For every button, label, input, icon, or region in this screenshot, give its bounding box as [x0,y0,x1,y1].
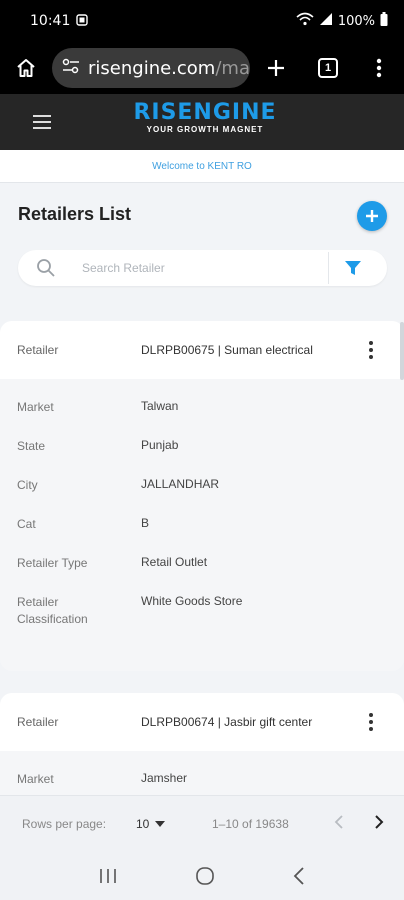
address-bar[interactable]: risengine.com/mas [52,48,250,88]
search-icon [36,258,56,283]
new-tab-button[interactable] [250,58,302,78]
detail-row: Retailer Type Retail Outlet [0,535,404,574]
battery-icon [380,12,388,30]
detail-label: Retailer Type [17,556,88,570]
detail-label: City [17,478,38,492]
home-button[interactable] [0,58,52,78]
wifi-icon [296,12,314,30]
home-circle-icon [196,866,214,885]
welcome-banner: Welcome to KENT RO [0,150,404,183]
next-page-button[interactable] [374,814,384,833]
retailer-card-header: Retailer DLRPB00675 | Suman electrical [0,321,404,379]
back-nav-button[interactable] [293,866,305,885]
detail-label: State [17,439,46,453]
tab-count: 1 [318,58,338,78]
url-domain: risengine.com [88,57,216,79]
detail-value: Jamsher [141,771,188,785]
retailer-card-header: Retailer DLRPB00674 | Jasbir gift center [0,693,404,751]
status-bar: 10:41 100% [0,0,404,42]
detail-label: Market [17,400,54,414]
status-time: 10:41 [30,13,71,29]
detail-value: Punjab [141,438,179,452]
card-menu-icon[interactable] [369,341,373,359]
detail-row: Market Jamsher [0,751,404,790]
plus-icon [268,60,284,76]
signal-icon [319,12,333,30]
detail-row: Market Talwan [0,379,404,418]
url-text: risengine.com/mas [88,58,250,79]
detail-value: Retail Outlet [141,555,208,569]
detail-value: JALLANDHAR [141,477,220,491]
detail-value: B [141,516,150,530]
risengine-logo: RISENGINE YOUR GROWTH MAGNET [130,100,280,134]
previous-page-button[interactable] [334,814,344,833]
rows-per-page-value: 10 [136,817,150,831]
url-path: /mas [215,57,250,79]
retailer-value: DLRPB00674 | Jasbir gift center [141,715,313,729]
logo-tagline: YOUR GROWTH MAGNET [146,125,264,134]
detail-value: Talwan [141,399,179,413]
detail-value: White Goods Store [141,594,243,608]
filter-icon[interactable] [344,259,362,282]
page-range: 1–10 of 19638 [212,817,289,831]
detail-label: Retailer Classification [17,595,88,626]
tab-switcher-button[interactable]: 1 [302,58,354,78]
retailer-card[interactable]: Retailer DLRPB00674 | Jasbir gift center… [0,693,404,795]
add-retailer-button[interactable] [357,201,387,231]
search-bar [18,250,387,286]
detail-row: Retailer Classification White Goods Stor… [0,574,404,634]
retailer-card[interactable]: Retailer DLRPB00675 | Suman electrical M… [0,321,404,671]
recent-apps-button[interactable] [99,868,117,884]
home-icon [17,59,35,77]
battery-level: 100% [337,13,375,29]
chevron-left-icon [334,815,343,829]
notification-icon [76,13,89,29]
detail-row: Cat B [0,496,404,535]
retailer-label: Retailer [17,715,59,729]
home-nav-button[interactable] [195,866,215,886]
pagination-bar: Rows per page: 10 1–10 of 19638 [0,795,404,851]
detail-label: Market [17,772,54,786]
site-settings-icon[interactable] [62,58,80,79]
card-menu-icon[interactable] [369,713,373,731]
detail-row: State Punjab [0,418,404,457]
logo-wordmark: RISENGINE [133,100,277,125]
page-title: Retailers List [18,204,132,224]
browser-toolbar: risengine.com/mas 1 [0,42,404,94]
back-icon [293,866,304,885]
search-divider [328,252,329,284]
rows-per-page-label: Rows per page: [22,817,107,831]
chevron-right-icon [375,815,384,829]
retailer-label: Retailer [17,343,59,357]
app-header: RISENGINE YOUR GROWTH MAGNET [0,94,404,150]
browser-menu-button[interactable] [354,58,404,78]
more-vertical-icon [376,58,382,78]
caret-down-icon [155,821,166,827]
rows-per-page-select[interactable]: 10 [136,817,166,831]
system-navigation-bar [0,851,404,900]
detail-label: Cat [17,517,36,531]
search-input[interactable] [82,258,312,278]
recent-apps-icon [100,868,116,883]
retailer-value: DLRPB00675 | Suman electrical [141,343,313,357]
plus-icon [366,210,378,222]
detail-row: City JALLANDHAR [0,457,404,496]
hamburger-menu-icon[interactable] [33,115,51,129]
scrollbar-thumb[interactable] [400,322,404,380]
